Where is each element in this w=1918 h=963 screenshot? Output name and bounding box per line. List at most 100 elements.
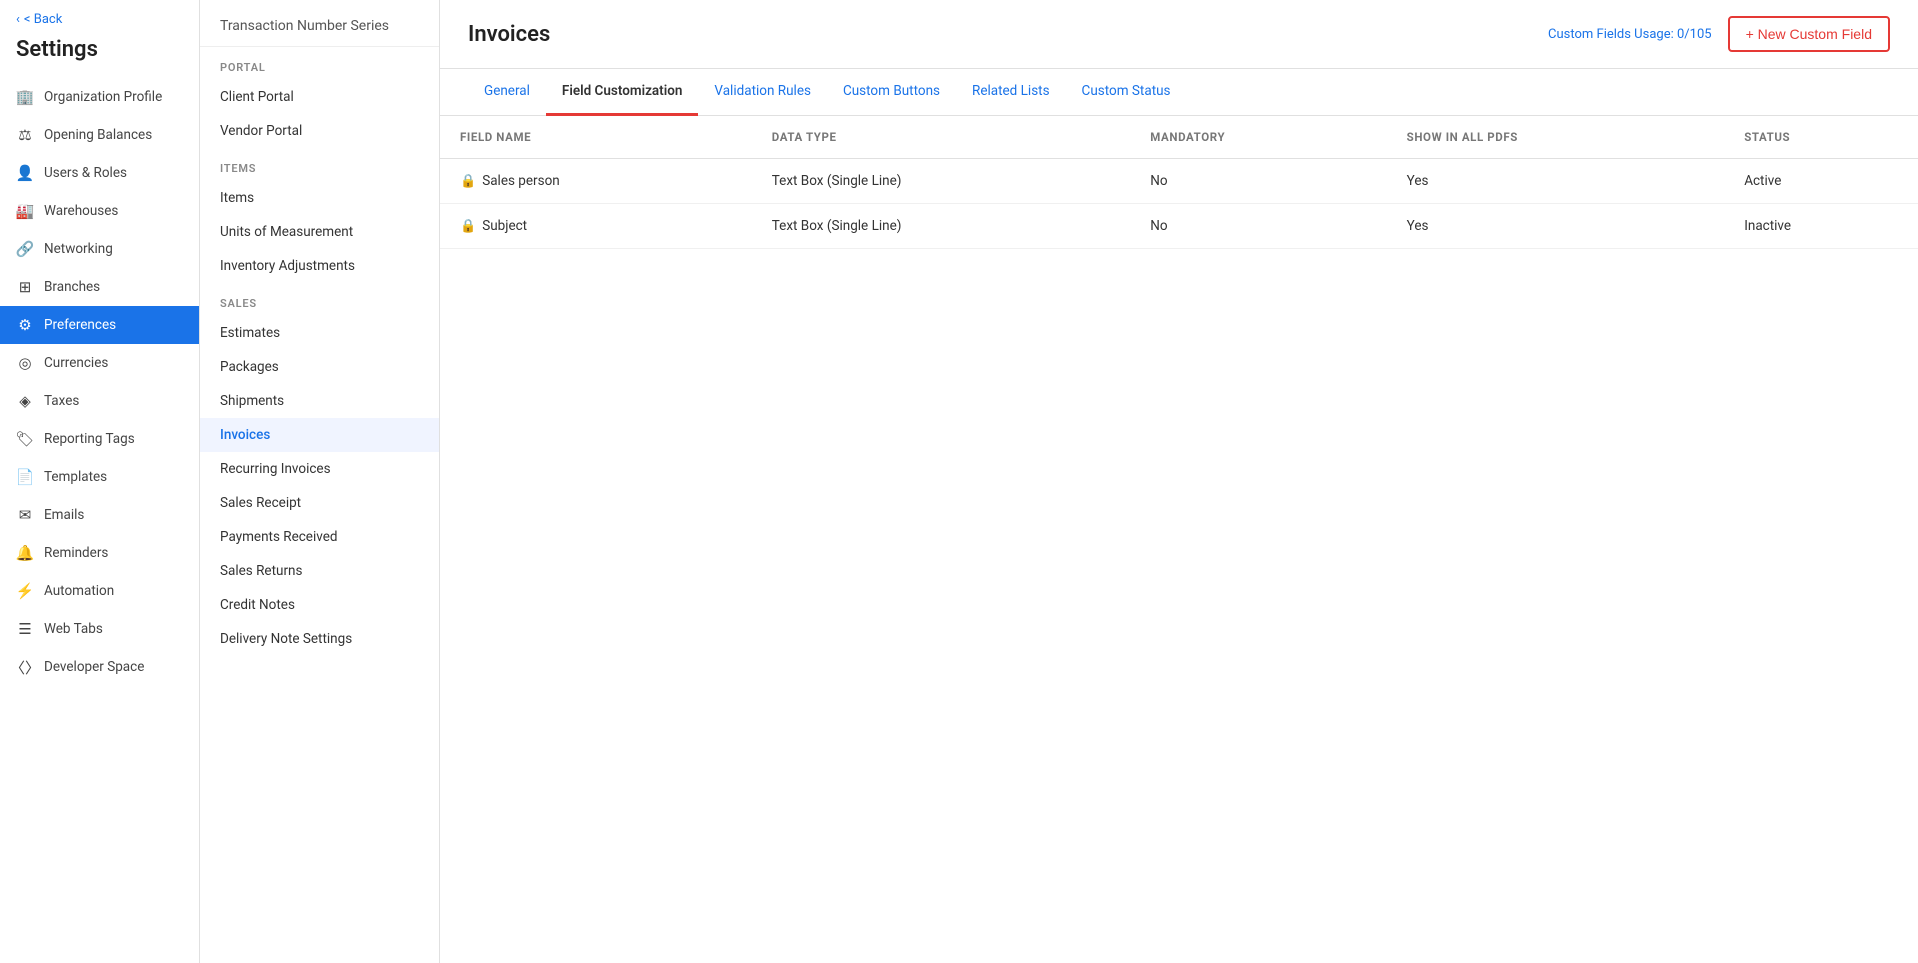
section-label-items: ITEMS [200,148,439,181]
middle-item-shipments[interactable]: Shipments [200,384,439,418]
sidebar-item-users-roles[interactable]: 👤 Users & Roles [0,154,199,192]
middle-item-client-portal[interactable]: Client Portal [200,80,439,114]
tab-validation-rules[interactable]: Validation Rules [698,69,827,116]
middle-item-payments-received[interactable]: Payments Received [200,520,439,554]
middle-item-sales-returns[interactable]: Sales Returns [200,554,439,588]
col-header-data-type: DATA TYPE [752,116,1131,159]
tab-custom-buttons[interactable]: Custom Buttons [827,69,956,116]
sidebar-label-taxes: Taxes [44,393,79,409]
table-row[interactable]: 🔒 Subject Text Box (Single Line)NoYesIna… [440,204,1918,249]
middle-item-credit-notes[interactable]: Credit Notes [200,588,439,622]
sidebar-icon-networking: 🔗 [16,240,34,258]
field-name-value: Sales person [482,173,560,189]
sidebar-item-currencies[interactable]: ◎ Currencies [0,344,199,382]
lock-icon: 🔒 [460,219,476,234]
tab-related-lists[interactable]: Related Lists [956,69,1066,116]
sidebar-icon-templates: 📄 [16,468,34,486]
sidebar: ‹ < Back Settings 🏢 Organization Profile… [0,0,200,963]
data-type-cell-0: Text Box (Single Line) [752,159,1131,204]
main-content: Invoices Custom Fields Usage: 0/105 + Ne… [440,0,1918,963]
sidebar-label-networking: Networking [44,241,113,257]
table-row[interactable]: 🔒 Sales person Text Box (Single Line)NoY… [440,159,1918,204]
sidebar-label-branches: Branches [44,279,100,295]
sidebar-label-web-tabs: Web Tabs [44,621,103,637]
section-label-portal: PORTAL [200,47,439,80]
sidebar-label-reminders: Reminders [44,545,108,561]
custom-fields-table: FIELD NAMEDATA TYPEMANDATORYSHOW IN ALL … [440,116,1918,249]
sidebar-icon-branches: ⊞ [16,278,34,296]
mandatory-cell-1: No [1130,204,1386,249]
sidebar-icon-currencies: ◎ [16,354,34,372]
tab-field-customization[interactable]: Field Customization [546,69,699,116]
new-custom-field-button[interactable]: + New Custom Field [1728,16,1890,52]
middle-item-items[interactable]: Items [200,181,439,215]
middle-item-vendor-portal[interactable]: Vendor Portal [200,114,439,148]
sidebar-label-emails: Emails [44,507,84,523]
sidebar-icon-emails: ✉ [16,506,34,524]
sidebar-item-templates[interactable]: 📄 Templates [0,458,199,496]
middle-item-packages[interactable]: Packages [200,350,439,384]
sidebar-icon-taxes: ◈ [16,392,34,410]
middle-item-invoices[interactable]: Invoices [200,418,439,452]
sidebar-item-reminders[interactable]: 🔔 Reminders [0,534,199,572]
sidebar-icon-users-roles: 👤 [16,164,34,182]
sidebar-label-opening-balances: Opening Balances [44,127,152,143]
lock-icon: 🔒 [460,174,476,189]
tab-general[interactable]: General [468,69,546,116]
sidebar-icon-org-profile: 🏢 [16,88,34,106]
sidebar-label-automation: Automation [44,583,114,599]
col-header-mandatory: MANDATORY [1130,116,1386,159]
middle-item-units[interactable]: Units of Measurement [200,215,439,249]
show-in-pdfs-cell-0: Yes [1387,159,1725,204]
table-area: FIELD NAMEDATA TYPEMANDATORYSHOW IN ALL … [440,116,1918,963]
sidebar-label-templates: Templates [44,469,107,485]
sidebar-item-reporting-tags[interactable]: 🏷 Reporting Tags [0,420,199,458]
sidebar-label-reporting-tags: Reporting Tags [44,431,135,447]
middle-item-sales-receipt[interactable]: Sales Receipt [200,486,439,520]
col-header-field-name: FIELD NAME [440,116,752,159]
back-label: < Back [24,12,62,27]
field-name-value: Subject [482,218,527,234]
sidebar-item-branches[interactable]: ⊞ Branches [0,268,199,306]
field-name-cell-0: 🔒 Sales person [440,159,752,204]
sidebar-label-users-roles: Users & Roles [44,165,127,181]
col-header-show-in-all-pdfs: SHOW IN ALL PDFS [1387,116,1725,159]
mandatory-cell-0: No [1130,159,1386,204]
middle-item-inventory[interactable]: Inventory Adjustments [200,249,439,283]
sidebar-label-warehouses: Warehouses [44,203,118,219]
main-header: Invoices Custom Fields Usage: 0/105 + Ne… [440,0,1918,69]
field-name-cell-1: 🔒 Subject [440,204,752,249]
sidebar-item-networking[interactable]: 🔗 Networking [0,230,199,268]
sidebar-item-web-tabs[interactable]: ☰ Web Tabs [0,610,199,648]
status-cell-1: Inactive [1724,204,1918,249]
back-button[interactable]: ‹ < Back [0,0,199,33]
sidebar-icon-preferences: ⚙ [16,316,34,334]
header-right: Custom Fields Usage: 0/105 + New Custom … [1548,16,1890,52]
sidebar-item-developer-space[interactable]: 〈〉 Developer Space [0,648,199,686]
sidebar-item-opening-balances[interactable]: ⚖ Opening Balances [0,116,199,154]
sidebar-icon-automation: ⚡ [16,582,34,600]
middle-item-delivery-note[interactable]: Delivery Note Settings [200,622,439,656]
sidebar-icon-reporting-tags: 🏷 [16,430,34,448]
sidebar-label-developer-space: Developer Space [44,659,144,675]
sidebar-item-warehouses[interactable]: 🏭 Warehouses [0,192,199,230]
sidebar-item-automation[interactable]: ⚡ Automation [0,572,199,610]
tab-custom-status[interactable]: Custom Status [1066,69,1187,116]
col-header-status: STATUS [1724,116,1918,159]
middle-panel: Transaction Number Series PORTALClient P… [200,0,440,963]
section-label-sales: SALES [200,283,439,316]
sidebar-item-org-profile[interactable]: 🏢 Organization Profile [0,78,199,116]
sidebar-title: Settings [0,33,199,78]
sidebar-item-taxes[interactable]: ◈ Taxes [0,382,199,420]
sidebar-item-emails[interactable]: ✉ Emails [0,496,199,534]
middle-item-recurring-invoices[interactable]: Recurring Invoices [200,452,439,486]
sidebar-label-org-profile: Organization Profile [44,89,162,105]
data-type-cell-1: Text Box (Single Line) [752,204,1131,249]
sidebar-label-preferences: Preferences [44,317,116,333]
show-in-pdfs-cell-1: Yes [1387,204,1725,249]
sidebar-item-preferences[interactable]: ⚙ Preferences [0,306,199,344]
back-arrow-icon: ‹ [16,12,20,27]
tabs-bar: GeneralField CustomizationValidation Rul… [440,69,1918,116]
middle-item-estimates[interactable]: Estimates [200,316,439,350]
sidebar-icon-web-tabs: ☰ [16,620,34,638]
